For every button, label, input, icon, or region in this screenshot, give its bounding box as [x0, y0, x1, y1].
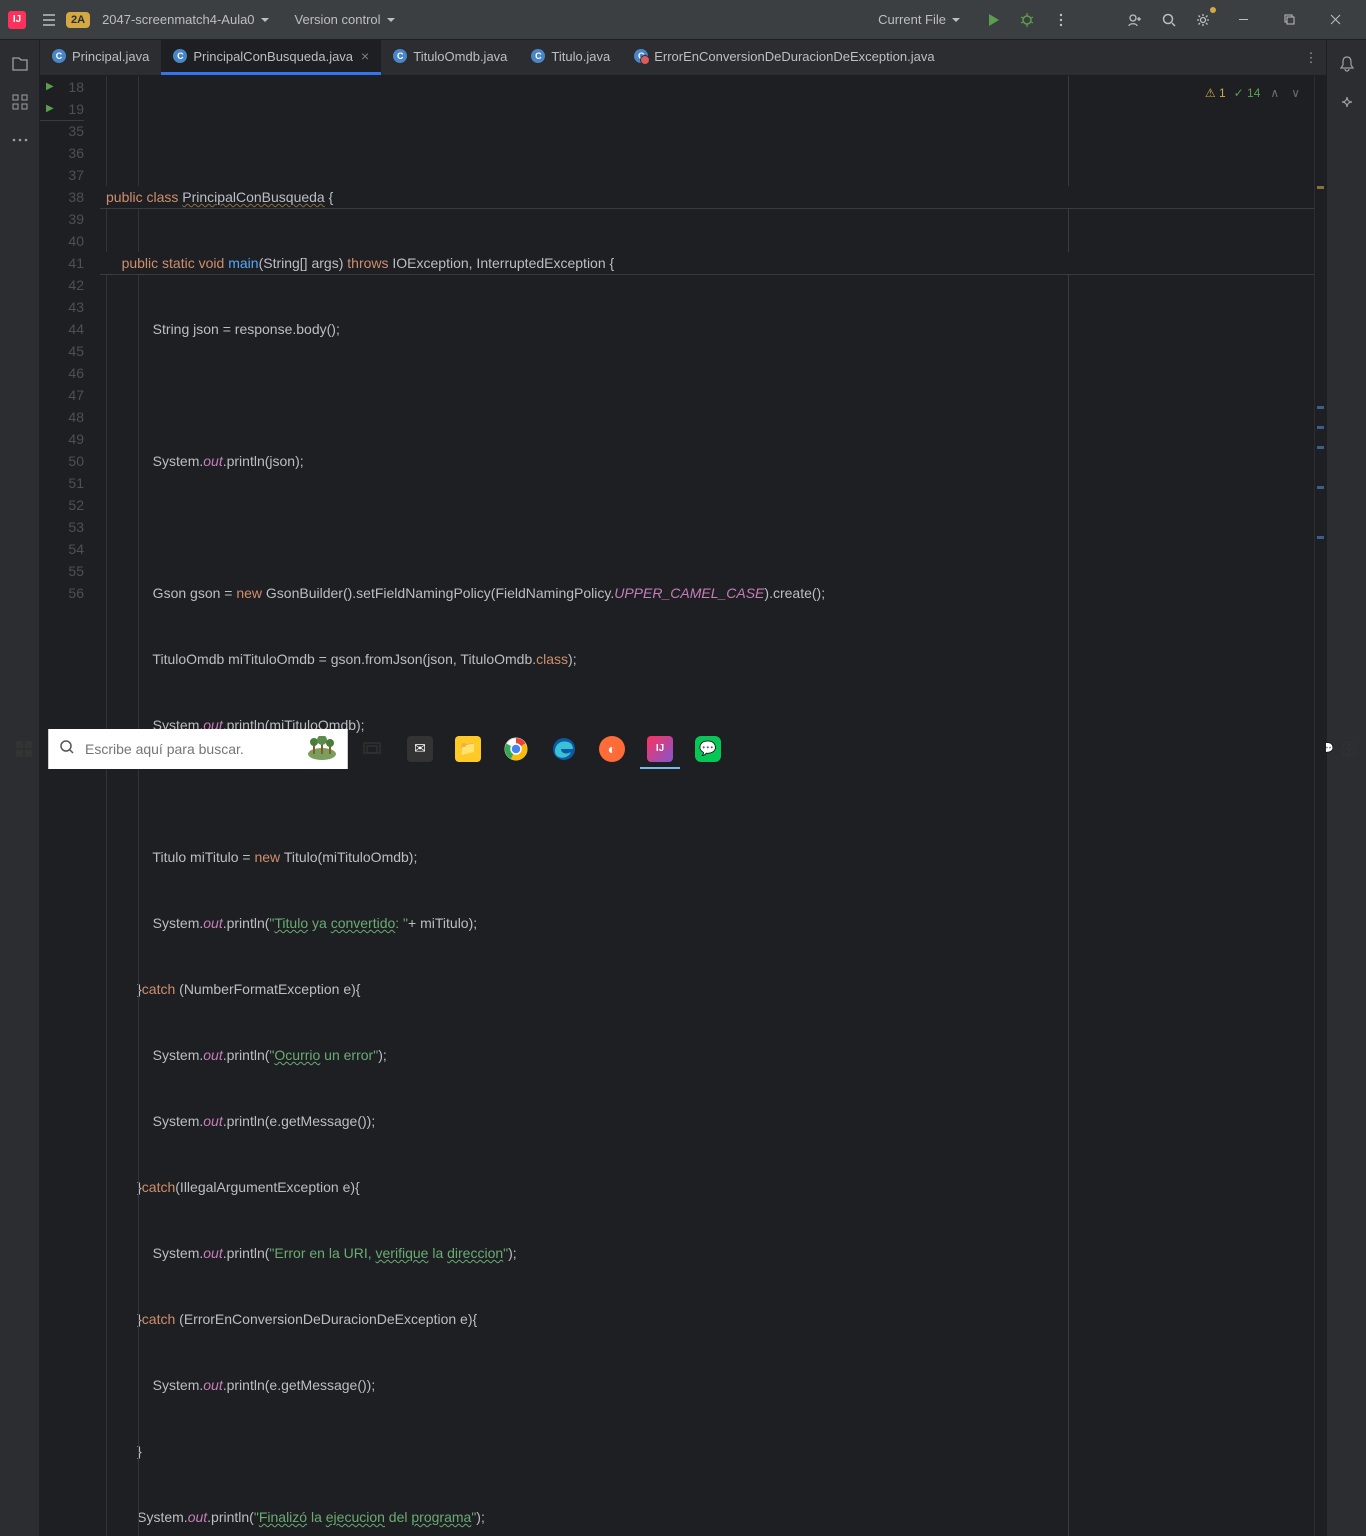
intellij-app[interactable]: IJ: [636, 729, 684, 769]
error-stripe[interactable]: [1314, 76, 1326, 1536]
project-tool-button[interactable]: [6, 50, 34, 78]
inspection-badges: ⚠ 1 ✓ 14 ∧ ∨: [1205, 82, 1302, 104]
structure-tool-button[interactable]: [6, 88, 34, 116]
vcs-label: Version control: [295, 12, 381, 27]
line-gutter: ▶18 ▶19 35 36 37 38 39 40 41 42 43 44 45…: [40, 76, 100, 1536]
mail-app[interactable]: ✉: [396, 729, 444, 769]
titlebar: IJ 2A 2047-screenmatch4-Aula0 Version co…: [0, 0, 1366, 40]
chrome-app[interactable]: [492, 729, 540, 769]
java-class-icon: C: [173, 49, 187, 63]
more-tool-button[interactable]: [6, 126, 34, 154]
tab-titulo[interactable]: C Titulo.java: [519, 40, 622, 75]
tab-label: Principal.java: [72, 49, 149, 64]
project-name: 2047-screenmatch4-Aula0: [102, 12, 254, 27]
close-tab-icon[interactable]: ×: [361, 49, 369, 63]
close-button[interactable]: [1312, 0, 1358, 40]
settings-button[interactable]: [1188, 5, 1218, 35]
more-actions-button[interactable]: [1046, 5, 1076, 35]
chevron-down-icon: [952, 18, 960, 22]
edge-app[interactable]: [540, 729, 588, 769]
search-input[interactable]: [85, 741, 297, 757]
search-icon: [59, 739, 75, 758]
tab-principal[interactable]: C Principal.java: [40, 40, 161, 75]
left-tool-bar: [0, 40, 40, 1536]
debug-button[interactable]: [1012, 5, 1042, 35]
code-with-me-button[interactable]: [1120, 5, 1150, 35]
chevron-down-icon: [387, 18, 395, 22]
weak-warning-badge[interactable]: ✓ 14: [1234, 82, 1261, 104]
next-highlight-button[interactable]: ∨: [1289, 82, 1302, 104]
run-config-label: Current File: [878, 12, 946, 27]
weather-widget[interactable]: [297, 729, 347, 769]
accessibility-icon[interactable]: [1338, 729, 1360, 769]
line-app[interactable]: 💬: [684, 729, 732, 769]
run-gutter-icon[interactable]: ▶: [46, 98, 54, 120]
minimize-button[interactable]: [1220, 0, 1266, 40]
notifications-tool-button[interactable]: [1333, 50, 1361, 78]
tab-label: ErrorEnConversionDeDuracionDeException.j…: [654, 49, 934, 64]
warning-badge[interactable]: ⚠ 1: [1205, 82, 1226, 104]
search-everywhere-button[interactable]: [1154, 5, 1184, 35]
prev-highlight-button[interactable]: ∧: [1268, 82, 1281, 104]
right-tool-bar: [1326, 40, 1366, 1536]
file-explorer-app[interactable]: 📁: [444, 729, 492, 769]
code-area[interactable]: public class PrincipalConBusqueda { publ…: [100, 76, 1314, 1536]
run-config-selector[interactable]: Current File: [872, 8, 966, 31]
run-gutter-icon[interactable]: ▶: [46, 76, 54, 98]
main-menu-button[interactable]: [34, 5, 64, 35]
java-class-icon: C: [393, 49, 407, 63]
tabs-more-button[interactable]: ⋮: [1296, 40, 1326, 75]
task-view-button[interactable]: [348, 729, 396, 769]
tab-label: TituloOmdb.java: [413, 49, 507, 64]
run-button[interactable]: [978, 5, 1008, 35]
java-exception-icon: C: [634, 49, 648, 63]
java-class-icon: C: [531, 49, 545, 63]
tab-errorexception[interactable]: C ErrorEnConversionDeDuracionDeException.…: [622, 40, 946, 75]
intellij-logo-icon: IJ: [8, 11, 26, 29]
maximize-button[interactable]: [1266, 0, 1312, 40]
project-selector[interactable]: 2047-screenmatch4-Aula0: [96, 8, 274, 31]
taskbar-apps: ✉ 📁 ◐ IJ 💬: [348, 729, 732, 769]
ai-assistant-tool-button[interactable]: [1333, 88, 1361, 116]
editor-tabs: C Principal.java C PrincipalConBusqueda.ja…: [40, 40, 1326, 76]
tab-principalconbusqueda[interactable]: C PrincipalConBusqueda.java ×: [161, 40, 381, 75]
postman-app[interactable]: ◐: [588, 729, 636, 769]
taskbar-search[interactable]: [48, 729, 348, 769]
chevron-down-icon: [261, 18, 269, 22]
editor[interactable]: ⚠ 1 ✓ 14 ∧ ∨ ▶18 ▶19 35 36 37 38 39 40 4…: [40, 76, 1326, 1536]
tab-label: Titulo.java: [551, 49, 610, 64]
version-control-menu[interactable]: Version control: [289, 8, 401, 31]
tab-label: PrincipalConBusqueda.java: [193, 49, 353, 64]
project-badge: 2A: [66, 12, 90, 28]
tab-tituloomdb[interactable]: C TituloOmdb.java: [381, 40, 519, 75]
java-class-icon: C: [52, 49, 66, 63]
